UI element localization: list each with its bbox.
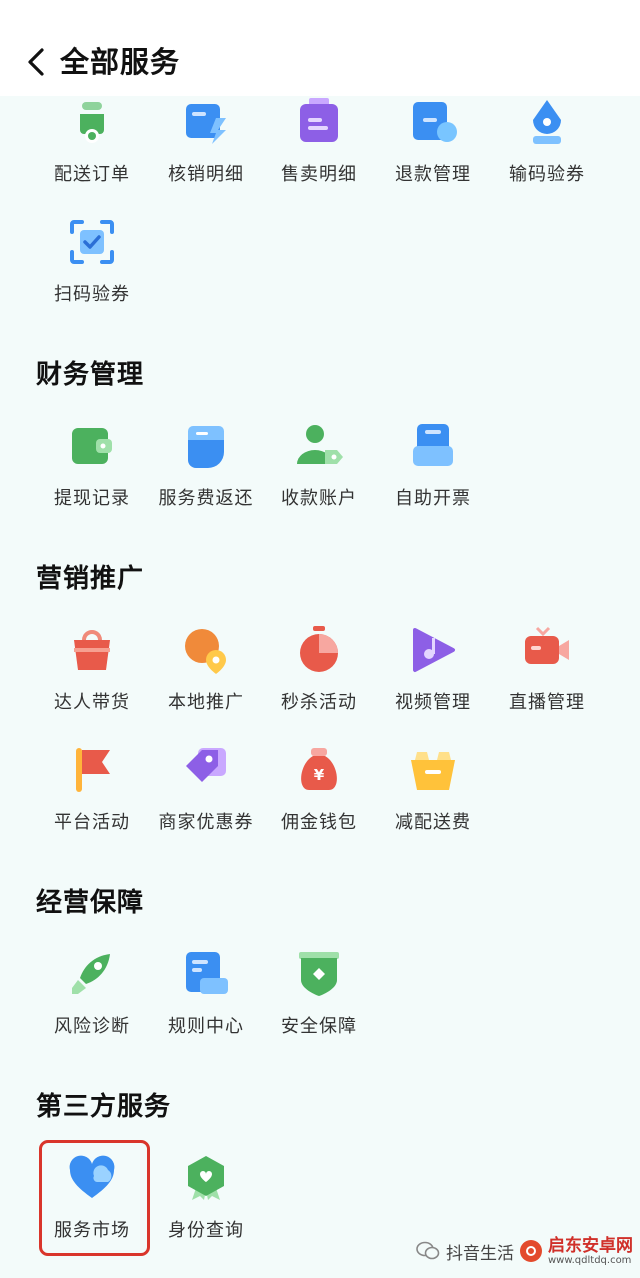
watermark-account: 抖音生活 [446, 1243, 514, 1264]
section-title-marketing: 营销推广 [36, 564, 145, 594]
back-button[interactable] [18, 40, 54, 84]
hexagon-icon [188, 1156, 224, 1200]
rocket-icon [72, 954, 110, 994]
coupon-tag-icon [186, 748, 226, 782]
service-item-delivery-fee-reduction[interactable]: 减配送费 [376, 746, 490, 846]
service-item-local-promotion[interactable]: 本地推广 [149, 626, 263, 726]
watermark: 抖音生活 启东安卓网 www.qdltdq.com [416, 1232, 633, 1270]
refund-icon [413, 102, 457, 142]
flag-icon [76, 748, 110, 792]
service-item-code-input-verify[interactable]: 输码验券 [490, 98, 604, 198]
timer-icon [300, 626, 338, 672]
document-icon [186, 952, 228, 994]
service-item-identity-query[interactable]: 身份查询 [149, 1154, 263, 1254]
service-item-merchant-coupon[interactable]: 商家优惠券 [149, 746, 263, 846]
service-item-refund-management[interactable]: 退款管理 [376, 98, 490, 198]
service-item-payee-account[interactable]: 收款账户 [262, 422, 376, 522]
service-item-live-management[interactable]: 直播管理 [490, 626, 604, 726]
shopping-bag-icon [74, 630, 110, 670]
account-icon [297, 425, 343, 464]
service-item-scan-verify[interactable]: 扫码验券 [35, 218, 149, 318]
scooter-icon [80, 102, 104, 143]
service-item-fee-return[interactable]: 服务费返还 [149, 422, 263, 522]
highlight-frame [39, 1140, 150, 1256]
camera-icon [525, 626, 569, 664]
invoice-icon [413, 424, 453, 466]
location-icon [185, 629, 226, 674]
pen-code-icon [533, 100, 561, 144]
service-item-platform-activity[interactable]: 平台活动 [35, 746, 149, 846]
video-icon [413, 628, 455, 672]
wechat-icon [416, 1241, 440, 1260]
chevron-left-icon [28, 48, 44, 76]
shield-icon [299, 952, 339, 996]
svg-text:¥: ¥ [314, 766, 325, 784]
verify-detail-icon [186, 104, 226, 144]
watermark-site-url: www.qdltdq.com [548, 1254, 632, 1266]
scan-code-icon [70, 220, 114, 264]
sales-detail-icon [300, 98, 338, 142]
service-item-self-invoice[interactable]: 自助开票 [376, 422, 490, 522]
service-item-verify-detail[interactable]: 核销明细 [149, 98, 263, 198]
watermark-site-name: 启东安卓网 [548, 1235, 633, 1256]
page-title: 全部服务 [60, 45, 181, 79]
header-bar: 全部服务 [0, 0, 640, 96]
section-title-third-party: 第三方服务 [36, 1092, 172, 1122]
wallet-icon [72, 428, 112, 464]
service-item-video-management[interactable]: 视频管理 [376, 626, 490, 726]
service-item-delivery-orders[interactable]: 配送订单 [35, 98, 149, 198]
service-item-flash-sale[interactable]: 秒杀活动 [262, 626, 376, 726]
service-item-rules-center[interactable]: 规则中心 [149, 950, 263, 1050]
service-item-withdraw-records[interactable]: 提现记录 [35, 422, 149, 522]
service-item-commission-wallet[interactable]: ¥ 佣金钱包 [262, 746, 376, 846]
service-item-sales-detail[interactable]: 售卖明细 [262, 98, 376, 198]
fee-return-icon [188, 426, 224, 468]
site-logo-icon [520, 1240, 542, 1262]
service-item-risk-diagnosis[interactable]: 风险诊断 [35, 950, 149, 1050]
section-title-finance: 财务管理 [36, 360, 145, 390]
service-item-safety-guarantee[interactable]: 安全保障 [262, 950, 376, 1050]
service-item-influencer-sales[interactable]: 达人带货 [35, 626, 149, 726]
basket-icon [411, 752, 455, 790]
money-bag-icon: ¥ [301, 748, 337, 790]
section-title-business-protection: 经营保障 [36, 888, 145, 918]
